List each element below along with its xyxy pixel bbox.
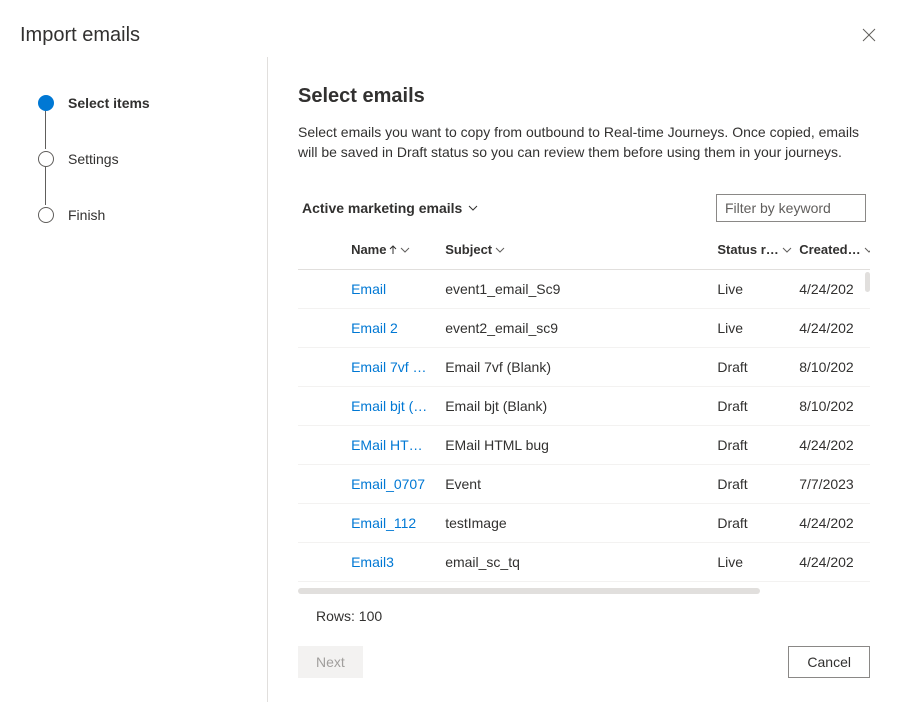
chevron-down-icon xyxy=(864,245,870,255)
email-status: Draft xyxy=(711,348,793,387)
email-status: Live xyxy=(711,543,793,582)
row-count-label: Rows: 100 xyxy=(298,594,870,630)
table-row[interactable]: EMail HT… EMail HTML bugDraft4/24/202 xyxy=(298,426,870,465)
email-status: Draft xyxy=(711,426,793,465)
table-controls: Active marketing emails xyxy=(298,194,870,222)
chevron-down-icon xyxy=(495,245,505,255)
email-status: Draft xyxy=(711,504,793,543)
vertical-scrollbar[interactable] xyxy=(865,272,870,292)
filter-input[interactable] xyxy=(716,194,866,222)
chevron-down-icon xyxy=(400,245,410,255)
table-header-row: Name xyxy=(298,232,870,270)
main-panel: Select emails Select emails you want to … xyxy=(268,57,900,702)
email-name-link[interactable]: Email_112 xyxy=(351,515,433,531)
email-subject: event1_email_Sc9 xyxy=(439,270,711,309)
column-label: Name xyxy=(351,242,386,257)
email-created: 7/7/2023 xyxy=(793,465,870,504)
table-row[interactable]: Email_112 testImageDraft4/24/202 xyxy=(298,504,870,543)
email-subject: EMail HTML bug xyxy=(439,426,711,465)
email-status: Live xyxy=(711,309,793,348)
email-created: 4/24/202 xyxy=(793,426,870,465)
step-select-items[interactable]: Select items xyxy=(38,81,267,137)
step-label: Select items xyxy=(68,95,150,111)
email-created: 4/24/202 xyxy=(793,543,870,582)
cancel-button[interactable]: Cancel xyxy=(788,646,870,678)
close-icon xyxy=(862,30,876,45)
email-table-wrap: Name xyxy=(298,232,870,702)
column-label: Status r… xyxy=(717,242,778,257)
email-status: Draft xyxy=(711,465,793,504)
column-header-name[interactable]: Name xyxy=(345,232,439,270)
email-created: 4/24/202 xyxy=(793,270,870,309)
email-name-link[interactable]: Email3 xyxy=(351,554,433,570)
column-header-status[interactable]: Status r… xyxy=(711,232,793,270)
email-name-link[interactable]: Email bjt (… xyxy=(351,398,433,414)
table-row[interactable]: Email3 email_sc_tqLive4/24/202 xyxy=(298,543,870,582)
chevron-down-icon xyxy=(782,245,792,255)
email-created: 8/10/202 xyxy=(793,348,870,387)
email-created: 4/24/202 xyxy=(793,504,870,543)
email-subject: testImage xyxy=(439,504,711,543)
table-row[interactable]: Email 7vf … Email 7vf (Blank)Draft8/10/20… xyxy=(298,348,870,387)
email-name-link[interactable]: Email 2 xyxy=(351,320,433,336)
table-row[interactable]: Email_0707 EventDraft7/7/2023 xyxy=(298,465,870,504)
email-name-link[interactable]: EMail HT… xyxy=(351,437,433,453)
email-subject: event2_email_sc9 xyxy=(439,309,711,348)
table-row[interactable]: Email 2 event2_email_sc9Live4/24/202 xyxy=(298,309,870,348)
email-created: 4/24/202 xyxy=(793,309,870,348)
table-row[interactable]: Email event1_email_Sc9Live4/24/202 xyxy=(298,270,870,309)
step-bullet-pending-icon xyxy=(38,151,54,167)
email-name-link[interactable]: Email_0707 xyxy=(351,476,433,492)
step-bullet-active-icon xyxy=(38,95,54,111)
email-subject: Event xyxy=(439,465,711,504)
page-title: Select emails xyxy=(298,85,870,108)
dialog-header: Import emails xyxy=(0,0,900,57)
column-header-subject[interactable]: Subject xyxy=(439,232,711,270)
step-settings[interactable]: Settings xyxy=(38,137,267,193)
email-status: Live xyxy=(711,270,793,309)
step-list: Select items Settings Finish xyxy=(38,81,267,249)
step-label: Finish xyxy=(68,207,105,223)
column-label: Created… xyxy=(799,242,860,257)
email-name-link[interactable]: Email xyxy=(351,281,433,297)
email-name-link[interactable]: Email 7vf … xyxy=(351,359,433,375)
page-description: Select emails you want to copy from outb… xyxy=(298,122,870,162)
view-selector-label: Active marketing emails xyxy=(302,200,462,216)
dialog-title: Import emails xyxy=(20,24,140,47)
wizard-steps-sidebar: Select items Settings Finish xyxy=(0,57,268,702)
column-header-checkbox[interactable] xyxy=(298,232,345,270)
chevron-down-icon xyxy=(468,203,478,213)
email-created: 8/10/202 xyxy=(793,387,870,426)
email-subject: Email 7vf (Blank) xyxy=(439,348,711,387)
view-selector[interactable]: Active marketing emails xyxy=(302,200,478,216)
close-button[interactable] xyxy=(858,24,880,49)
dialog-footer: Next Cancel xyxy=(298,646,870,678)
step-finish[interactable]: Finish xyxy=(38,193,267,249)
import-emails-dialog: Import emails Select items Settings xyxy=(0,0,900,705)
email-status: Draft xyxy=(711,387,793,426)
next-button[interactable]: Next xyxy=(298,646,363,678)
table-row[interactable]: Email bjt (… Email bjt (Blank)Draft8/10/2… xyxy=(298,387,870,426)
column-header-created[interactable]: Created… xyxy=(793,232,870,270)
step-label: Settings xyxy=(68,151,119,167)
email-table: Name xyxy=(298,232,870,582)
sort-ascending-icon xyxy=(389,245,397,255)
email-subject: email_sc_tq xyxy=(439,543,711,582)
dialog-body: Select items Settings Finish Select emai… xyxy=(0,57,900,702)
column-label: Subject xyxy=(445,242,492,257)
email-subject: Email bjt (Blank) xyxy=(439,387,711,426)
step-bullet-pending-icon xyxy=(38,207,54,223)
